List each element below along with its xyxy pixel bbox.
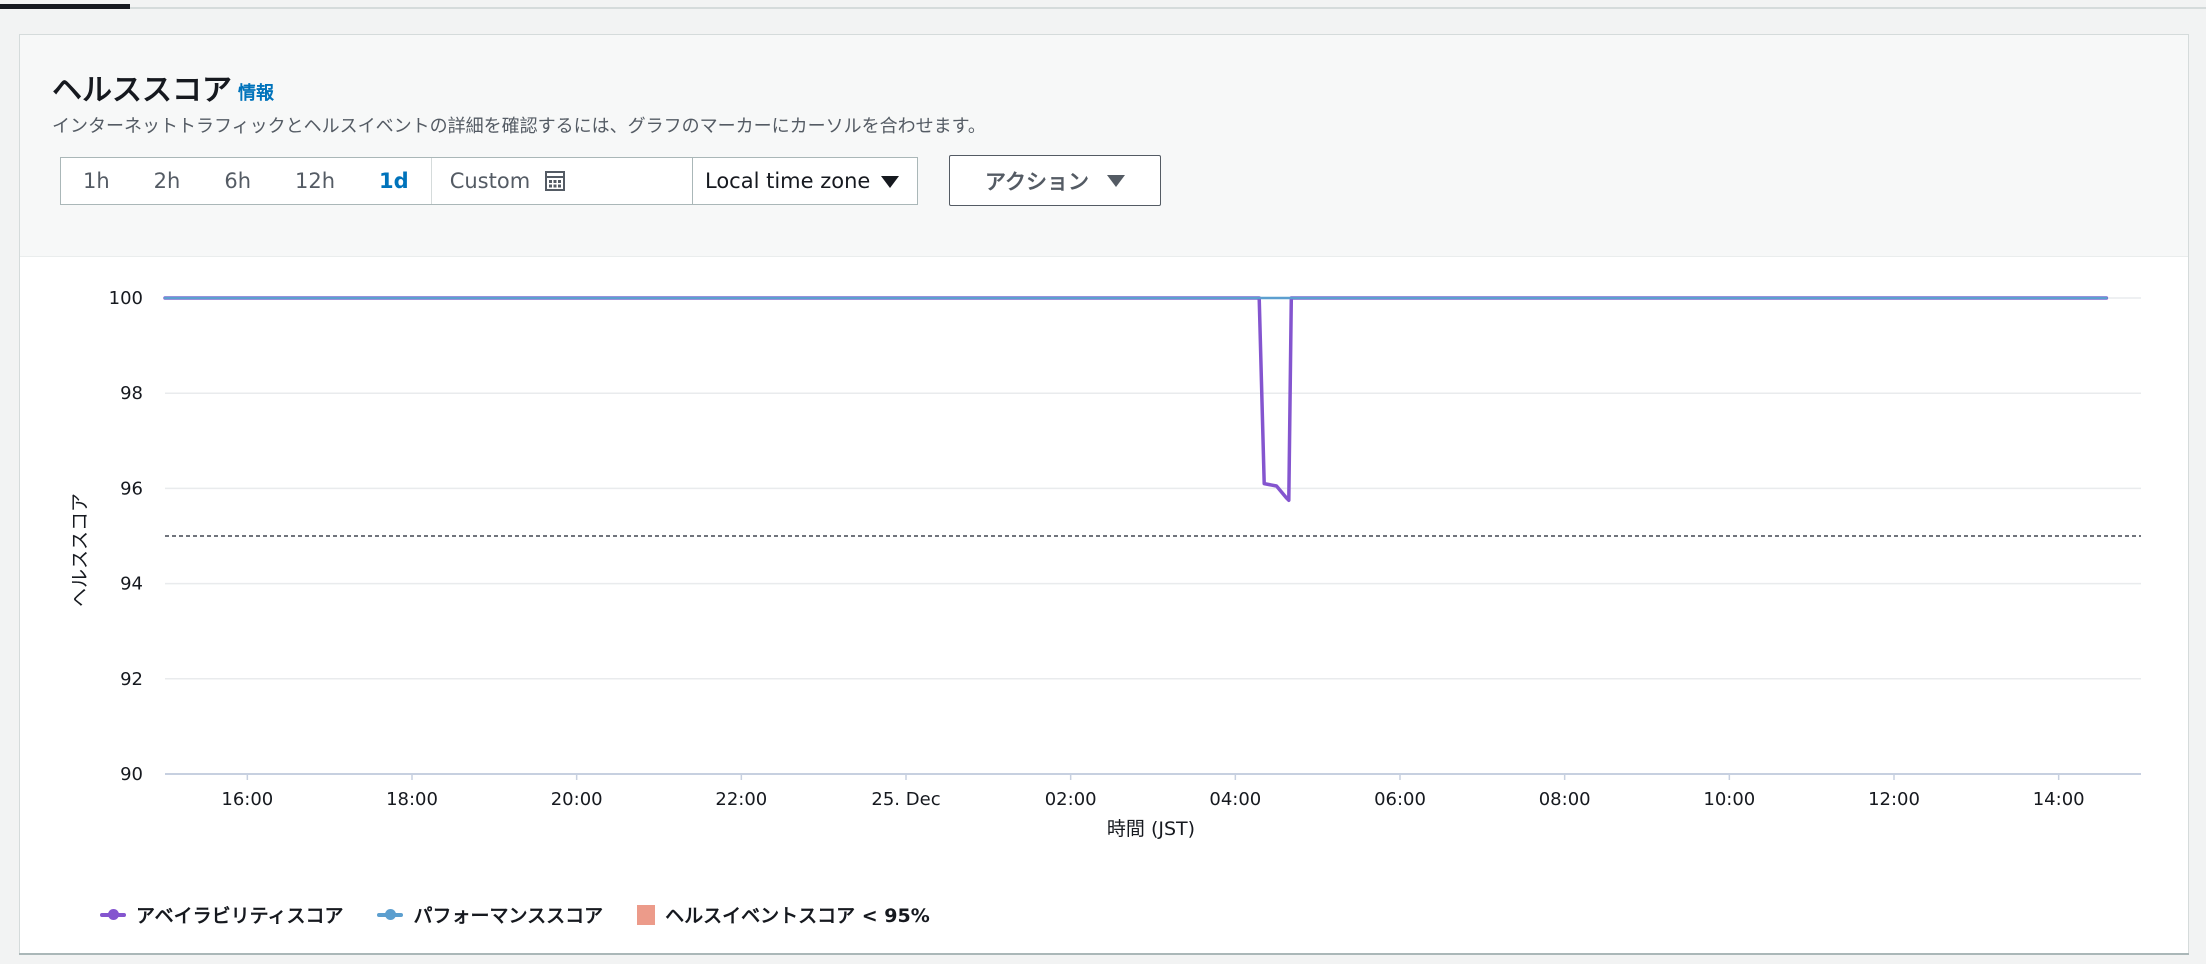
x-tick-label: 12:00	[1868, 789, 1920, 810]
y-tick-label: 94	[120, 574, 143, 595]
x-tick-label: 16:00	[221, 789, 273, 810]
legend-label: パフォーマンススコア	[413, 905, 604, 927]
tab-strip-divider	[0, 7, 2206, 9]
y-tick-label: 92	[120, 669, 143, 690]
panel-bottom-border	[19, 953, 2189, 955]
x-tick-label: 20:00	[551, 789, 603, 810]
x-tick-label: 22:00	[715, 789, 767, 810]
x-tick-label: 08:00	[1539, 789, 1591, 810]
active-tab-indicator	[0, 4, 130, 9]
legend-item-performance[interactable]: パフォーマンススコア	[377, 901, 603, 928]
x-tick-label: 06:00	[1374, 789, 1426, 810]
legend-label: アベイラビリティスコア	[136, 905, 344, 927]
legend-square-icon	[637, 904, 656, 925]
x-tick-label: 04:00	[1209, 789, 1261, 810]
legend-item-health-event[interactable]: ヘルスイベントスコア < 95%	[637, 901, 930, 928]
y-tick-label: 96	[120, 478, 143, 499]
health-score-chart: 100 98 96 94 92 90 16:00 18:00 20:00 22:00 25. Dec…	[69, 288, 2141, 840]
chart-legend: アベイラビリティスコア パフォーマンススコア ヘルスイベントスコア < 95%	[100, 901, 930, 928]
x-tick-label: 25. Dec	[871, 789, 940, 810]
x-tick-label: 14:00	[2033, 789, 2085, 810]
x-axis-label: 時間 (JST)	[1107, 818, 1195, 840]
legend-line-icon	[100, 908, 126, 920]
y-tick-label: 90	[120, 764, 143, 785]
x-tick-label: 18:00	[386, 789, 438, 810]
y-axis-label: ヘルススコア	[69, 493, 91, 607]
x-tick-label: 02:00	[1045, 789, 1097, 810]
legend-label: ヘルスイベントスコア < 95%	[665, 905, 930, 927]
y-tick-label: 98	[120, 383, 143, 404]
y-tick-label: 100	[109, 288, 143, 309]
legend-line-icon	[377, 908, 404, 920]
health-score-panel: ヘルススコア 情報 インターネットトラフィックとヘルスイベントの詳細を確認するに…	[19, 34, 2189, 954]
x-tick-label: 10:00	[1703, 789, 1755, 810]
availability-series-line	[163, 296, 2109, 503]
legend-item-availability[interactable]: アベイラビリティスコア	[100, 901, 343, 928]
